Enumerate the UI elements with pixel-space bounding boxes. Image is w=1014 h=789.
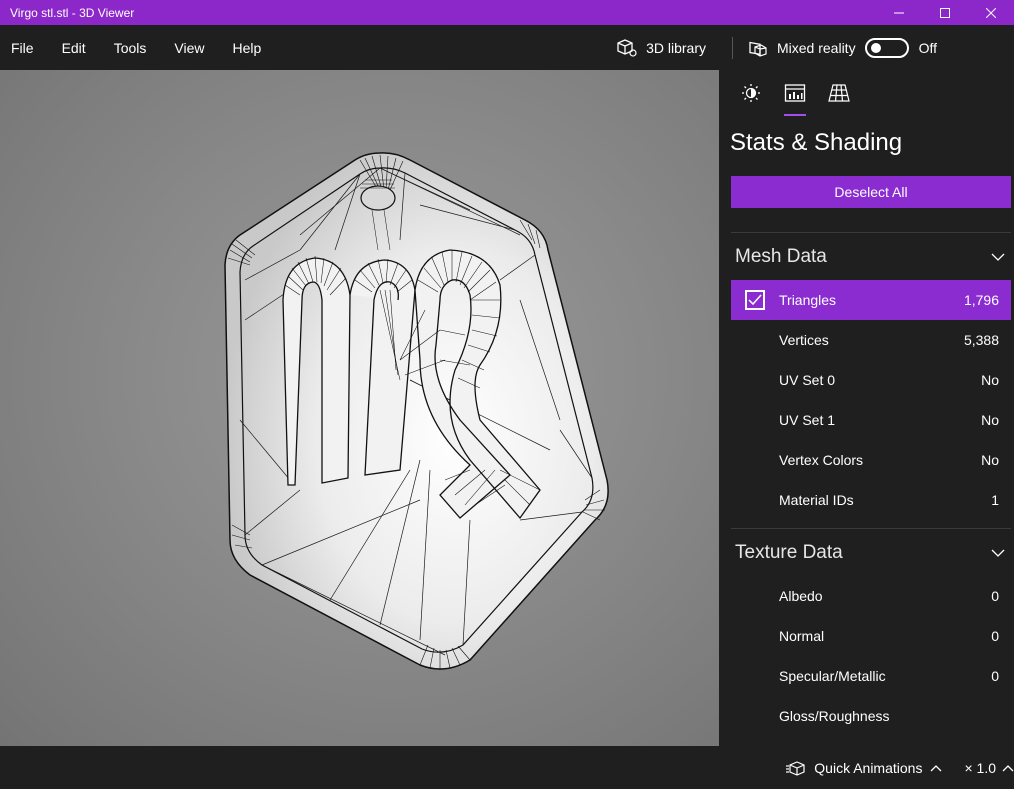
stat-row-normal[interactable]: Normal 0 — [731, 616, 1011, 656]
texture-data-header[interactable]: Texture Data — [731, 528, 1011, 576]
speed-selector[interactable]: × 1.0 — [964, 760, 1014, 776]
toolbar-separator — [731, 36, 733, 59]
stat-label: Vertex Colors — [779, 452, 864, 468]
stat-row-uv-set-0[interactable]: UV Set 0 No — [731, 360, 1011, 400]
stat-value: 1 — [991, 492, 999, 508]
chevron-up-icon — [1002, 764, 1014, 771]
animation-cube-icon — [786, 760, 805, 776]
stat-value: 5,388 — [963, 332, 999, 348]
stat-label: Albedo — [779, 588, 823, 604]
mixed-reality-button[interactable]: Mixed reality — [747, 38, 856, 58]
stat-row-albedo[interactable]: Albedo 0 — [731, 576, 1011, 616]
texture-data-title: Texture Data — [735, 541, 843, 563]
window-title: Virgo stl.stl - 3D Viewer — [10, 5, 135, 20]
stat-row-triangles[interactable]: Triangles 1,796 — [731, 280, 1011, 320]
stat-row-vertex-colors[interactable]: Vertex Colors No — [731, 440, 1011, 480]
speed-label: × 1.0 — [964, 759, 996, 776]
close-icon — [986, 7, 996, 18]
stat-label: Triangles — [779, 292, 837, 308]
stat-value: No — [981, 412, 999, 428]
cube-icon — [617, 38, 637, 57]
panel-tabs — [719, 70, 1014, 116]
stats-panel: Stats & Shading Deselect All Mesh Data T… — [719, 70, 1014, 746]
minimize-button[interactable] — [876, 0, 922, 25]
stat-row-uv-set-1[interactable]: UV Set 1 No — [731, 400, 1011, 440]
stat-label: Vertices — [779, 332, 829, 348]
menu-tools[interactable]: Tools — [103, 40, 147, 56]
stat-label: Specular/Metallic — [779, 668, 886, 684]
tab-lighting[interactable] — [729, 70, 773, 116]
stat-row-material-ids[interactable]: Material IDs 1 — [731, 480, 1011, 520]
mixed-reality-label: Mixed reality — [776, 39, 856, 56]
minimize-icon — [894, 12, 904, 13]
chevron-down-icon — [991, 253, 1005, 261]
model-render[interactable] — [0, 70, 719, 746]
grid-icon — [828, 84, 850, 102]
mesh-data-title: Mesh Data — [735, 245, 827, 267]
menu-file[interactable]: File — [0, 40, 34, 56]
stats-icon — [784, 84, 806, 102]
menu-bar: File Edit Tools View Help 3D library Mix… — [0, 25, 1014, 70]
stat-value: 0 — [991, 588, 999, 604]
menu-help[interactable]: Help — [221, 40, 261, 56]
stat-row-gloss-roughness[interactable]: Gloss/Roughness — [731, 696, 1011, 736]
stat-value: No — [981, 372, 999, 388]
mixed-reality-toggle[interactable] — [864, 37, 909, 58]
tab-grid[interactable] — [817, 70, 861, 116]
stat-value: No — [981, 452, 999, 468]
stat-label: UV Set 0 — [779, 372, 836, 388]
menu-view[interactable]: View — [163, 40, 204, 56]
quick-animations-button[interactable]: Quick Animations — [786, 760, 942, 776]
close-button[interactable] — [968, 0, 1014, 25]
stat-value: 0 — [991, 668, 999, 684]
checkmark-icon — [748, 294, 762, 306]
triangles-checkbox[interactable] — [745, 290, 765, 310]
deselect-all-button[interactable]: Deselect All — [731, 176, 1011, 208]
title-bar: Virgo stl.stl - 3D Viewer — [0, 0, 1014, 25]
toggle-state-label: Off — [918, 39, 937, 56]
stat-value: 0 — [991, 628, 999, 644]
stat-label: UV Set 1 — [779, 412, 836, 428]
maximize-button[interactable] — [922, 0, 968, 25]
panel-title: Stats & Shading — [730, 129, 903, 156]
3d-library-button[interactable]: 3D library — [616, 38, 706, 58]
lighting-icon — [742, 84, 760, 102]
stat-value: 1,796 — [963, 292, 999, 308]
chevron-up-icon — [931, 764, 942, 771]
3d-library-label: 3D library — [646, 39, 706, 56]
maximize-icon — [940, 7, 950, 18]
stat-label: Material IDs — [779, 492, 854, 508]
chevron-down-icon — [991, 549, 1005, 557]
stat-label: Gloss/Roughness — [779, 708, 890, 724]
mixed-reality-icon — [749, 41, 767, 57]
toggle-knob — [870, 42, 881, 53]
menu-edit[interactable]: Edit — [51, 40, 86, 56]
quick-animations-label: Quick Animations — [814, 759, 923, 776]
stat-label: Normal — [779, 628, 825, 644]
bottom-bar: Quick Animations × 1.0 — [0, 746, 1014, 789]
stat-row-vertices[interactable]: Vertices 5,388 — [731, 320, 1011, 360]
3d-viewport[interactable] — [0, 70, 719, 746]
stat-row-specular-metallic[interactable]: Specular/Metallic 0 — [731, 656, 1011, 696]
tab-stats[interactable] — [773, 70, 817, 116]
mesh-data-header[interactable]: Mesh Data — [731, 232, 1011, 280]
